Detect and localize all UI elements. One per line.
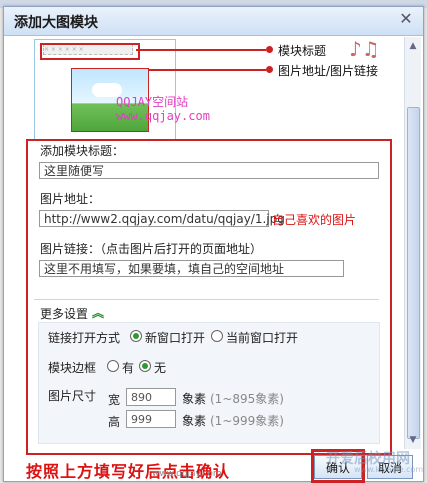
scroll-up-icon[interactable]: ▲ [407,39,419,53]
title-field-label: 添加模块标题： [40,144,125,158]
qq-watermark: QQJAY空间站 www.qqjay.com [116,95,210,123]
url-annotation: 自己喜欢的图片 [272,213,357,227]
image-url-input[interactable]: http://www2.qqjay.com/datu/qqjay/1.jpg [39,210,285,227]
width-label: 宽 [108,393,121,407]
qq-line1: QQJAY空间站 [116,95,189,109]
music-note-icon: ♪♫ [349,37,380,61]
image-link-input[interactable]: 这里不用填写，如果要填，填自己的空间地址 [39,260,344,277]
callout-module-title: 模块标题 [278,44,327,58]
annotation-title-box [40,43,140,60]
footer-watermark: www.qqjay.com [152,469,222,479]
scroll-down-icon[interactable]: ▼ [407,433,419,447]
link-field-label: 图片链接：（点击图片后打开的页面地址） [40,242,263,256]
scroll-thumb[interactable] [407,107,420,439]
width-input[interactable]: 890 [126,388,176,406]
radio-border-no[interactable] [139,360,151,372]
radio-border-yes-label[interactable]: 有 [122,359,134,376]
dialog-title: 添加大图模块 [14,15,98,31]
vertical-scrollbar[interactable]: ▲ ▼ [404,37,421,449]
callout-line-image [149,69,266,71]
radio-new-window-label[interactable]: 新窗口打开 [145,329,205,346]
radio-current-window[interactable] [211,330,223,342]
height-label: 高 [108,415,121,429]
callout-dot-image [266,66,273,73]
add-image-module-dialog: 添加大图模块 ✕ ▲ ▼ × × × × × × QQJAY空间站 www.qq… [3,6,424,483]
radio-border-no-label[interactable]: 无 [154,359,166,376]
radio-new-window[interactable] [130,330,142,342]
url-field-label: 图片地址： [40,192,101,206]
width-hint: (1~895象素) [210,392,284,406]
more-settings-label[interactable]: 更多设置 [40,305,88,322]
qq-line2: www.qqjay.com [116,109,210,123]
callout-dot-title [266,46,273,53]
size-label: 图片尺寸 [48,389,97,403]
height-unit: 象素 [182,414,207,428]
callout-image-link: 图片地址/图片链接 [278,64,379,78]
module-title-input[interactable]: 这里随便写 [39,162,379,179]
dialog-titlebar: 添加大图模块 ✕ [4,7,423,36]
callout-line-title [136,49,266,51]
settings-divider [34,299,379,300]
radio-current-window-label[interactable]: 当前窗口打开 [226,329,298,346]
close-icon[interactable]: ✕ [397,10,415,28]
border-label: 模块边框 [48,361,97,375]
site-watermark-url: www.kaiaijie.com [354,465,424,474]
open-mode-label: 链接打开方式 [48,331,121,345]
radio-border-yes[interactable] [107,360,119,372]
width-unit: 象素 [182,392,207,406]
height-input[interactable]: 999 [126,410,176,428]
double-chevron-up-icon[interactable]: ︽ [92,304,104,321]
height-hint: (1~999象素) [210,414,284,428]
